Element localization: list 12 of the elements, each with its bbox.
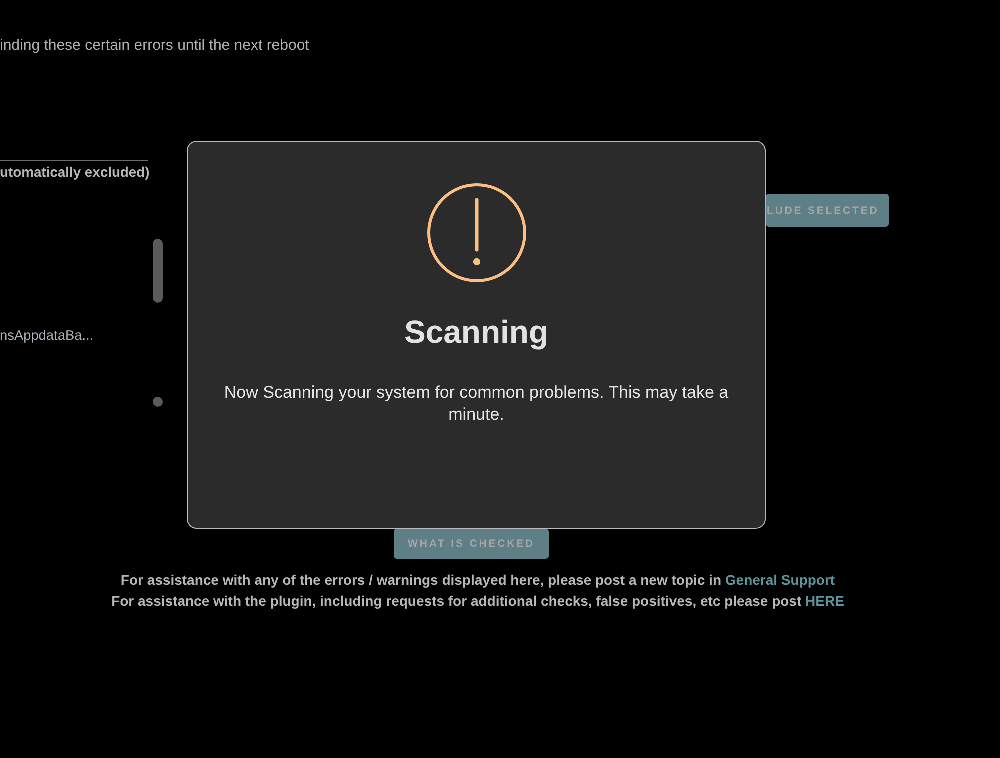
help-text: For assistance with any of the errors / warnings displayed here, please post a new topic in General Support <box>120 571 836 590</box>
help-link[interactable]: HERE <box>806 593 844 609</box>
help-link[interactable]: General Support <box>725 572 836 588</box>
dialog-title: Scanning <box>404 314 548 350</box>
scrollbar-thumb[interactable] <box>153 239 163 303</box>
dialog-message: Now Scanning your system for common problems. This may take a minute. <box>223 382 730 426</box>
list-item[interactable]: nsAppdataBa... <box>0 327 94 344</box>
list-heading: utomatically excluded) <box>0 164 150 181</box>
warning-icon <box>426 183 526 283</box>
dot-icon <box>153 397 163 407</box>
help-text: For assistance with the plugin, including requests for additional checks, false positives, etc please post HERE <box>112 592 844 611</box>
notice-text: inding these certain errors until the next reboot <box>0 37 310 55</box>
